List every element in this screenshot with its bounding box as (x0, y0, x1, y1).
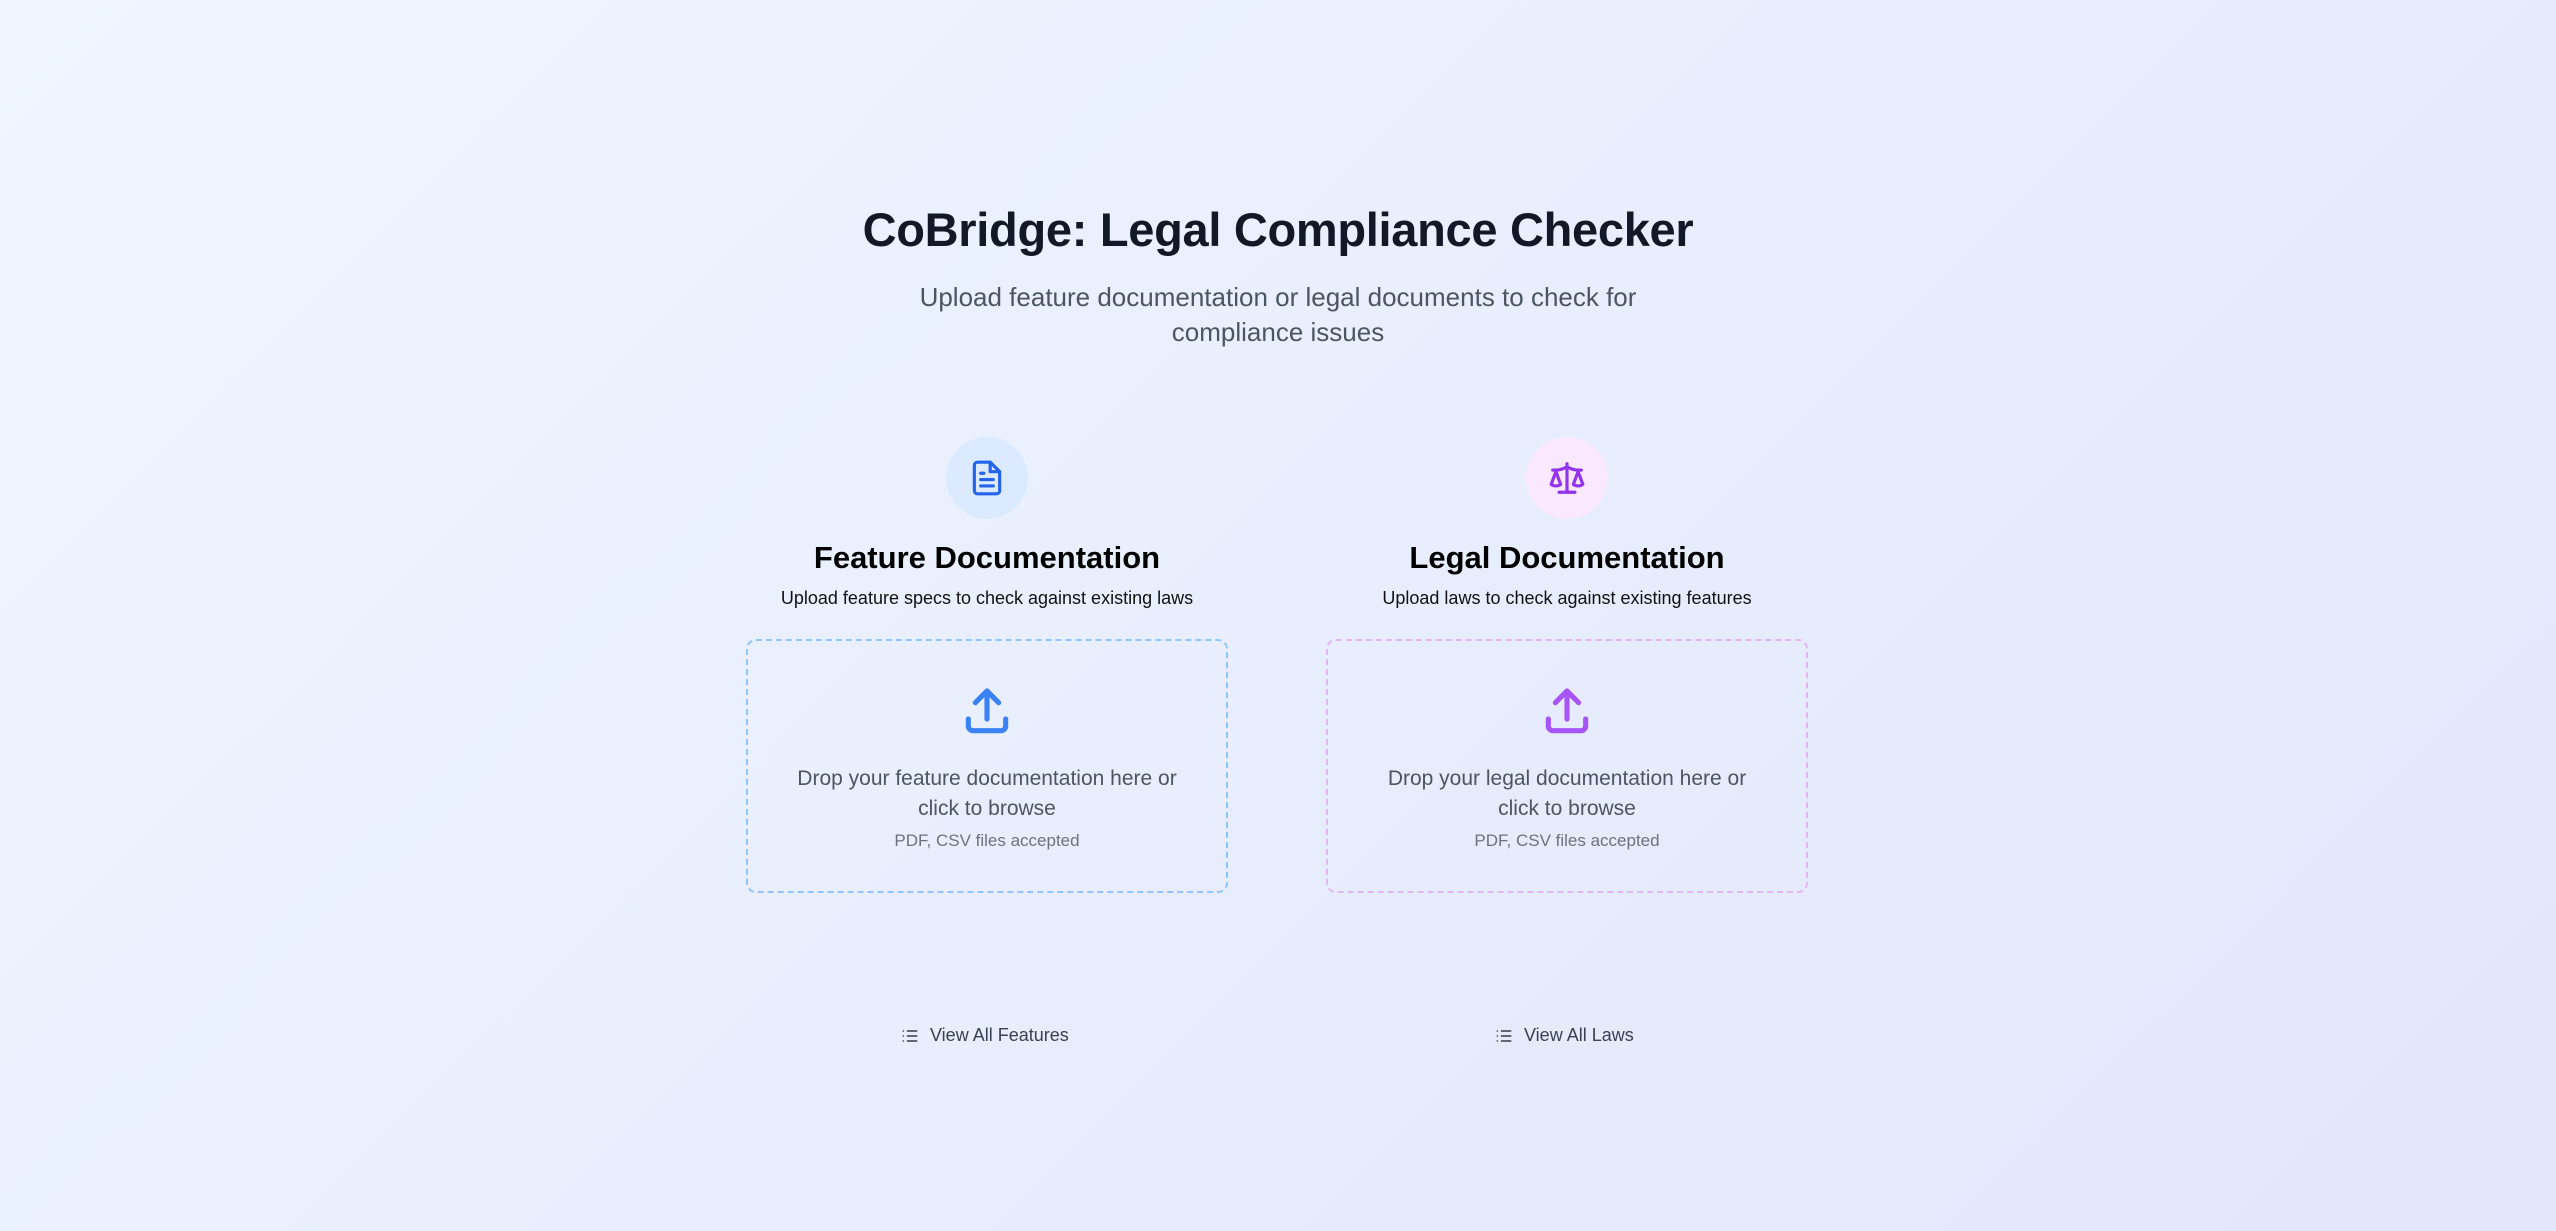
scale-icon (1549, 462, 1585, 494)
view-all-features-link[interactable]: View All Features (900, 1025, 1069, 1046)
page-title: CoBridge: Legal Compliance Checker (862, 203, 1694, 256)
page-subtitle: Upload feature documentation or legal do… (919, 282, 1637, 347)
feature-dropzone[interactable]: Drop your feature documentation here or … (746, 639, 1228, 893)
legal-dropzone[interactable]: Drop your legal documentation here or cl… (1326, 639, 1808, 893)
feature-section: Feature Documentation Upload feature spe… (746, 437, 1228, 893)
feature-section-description: Upload feature specs to check against ex… (780, 588, 1194, 608)
legal-dropzone-text: Drop your legal documentation here or cl… (1387, 767, 1747, 820)
view-all-laws-link[interactable]: View All Laws (1494, 1025, 1634, 1046)
page: CoBridge: Legal Compliance Checker Uploa… (0, 0, 2556, 1231)
upload-icon (965, 688, 1009, 734)
legal-dropzone-hint: PDF, CSV files accepted (1474, 831, 1660, 850)
feature-section-title: Feature Documentation (813, 540, 1161, 575)
view-all-features-label: View All Features (930, 1025, 1069, 1045)
legal-section-title: Legal Documentation (1409, 540, 1725, 575)
legal-icon-badge (1526, 437, 1608, 519)
legal-section-description: Upload laws to check against existing fe… (1382, 588, 1752, 608)
document-icon (972, 460, 1002, 496)
list-icon (902, 1029, 918, 1042)
list-icon (1496, 1029, 1512, 1042)
feature-dropzone-hint: PDF, CSV files accepted (894, 831, 1080, 850)
feature-dropzone-text: Drop your feature documentation here or … (797, 767, 1177, 820)
legal-section: Legal Documentation Upload laws to check… (1326, 437, 1808, 893)
upload-icon (1545, 688, 1589, 734)
feature-icon-badge (946, 437, 1028, 519)
view-all-laws-label: View All Laws (1524, 1025, 1634, 1045)
